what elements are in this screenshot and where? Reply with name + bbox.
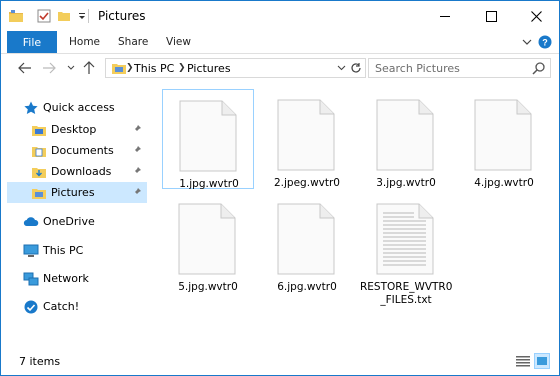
blank-file-icon — [376, 99, 434, 171]
file-name: 6.jpg.wvtr0 — [277, 281, 337, 293]
navigation-pane: Quick access Desktop Documents Downloads — [1, 83, 151, 345]
file-item[interactable]: 1.jpg.wvtr0 — [162, 89, 254, 190]
desktop-folder-icon — [31, 122, 47, 138]
sidebar-item-label: Desktop — [51, 123, 97, 136]
tab-share[interactable]: Share — [118, 31, 148, 53]
sidebar-item-catch[interactable]: Catch! — [23, 296, 163, 317]
file-item[interactable]: 5.jpg.wvtr0 — [162, 193, 254, 293]
tab-view[interactable]: View — [166, 31, 191, 53]
sidebar-item-label: Documents — [51, 144, 114, 157]
sidebar-item-pictures[interactable]: Pictures — [7, 182, 147, 203]
documents-folder-icon — [31, 143, 47, 159]
navigation-bar: ❯ This PC ❯ Pictures Search Pictures — [1, 53, 559, 83]
file-name-line: RESTORE_WVTR0 — [360, 281, 453, 293]
file-name: 5.jpg.wvtr0 — [178, 281, 238, 293]
up-arrow-icon[interactable] — [81, 60, 97, 76]
download-folder-icon — [31, 164, 47, 180]
pictures-folder-icon — [112, 62, 126, 77]
item-count: 7 items — [19, 355, 61, 368]
file-item[interactable]: 6.jpg.wvtr0 — [261, 193, 353, 293]
title-separator — [88, 9, 89, 23]
file-item[interactable]: RESTORE_WVTR0 _FILES.txt — [360, 193, 452, 313]
title-bar: Pictures — [1, 1, 559, 31]
cloud-icon — [23, 214, 39, 230]
address-bar[interactable]: ❯ This PC ❯ Pictures — [105, 58, 366, 78]
pin-icon[interactable] — [131, 165, 143, 177]
svg-text:?: ? — [542, 38, 548, 48]
search-icon[interactable] — [532, 61, 546, 78]
address-dropdown-icon[interactable] — [334, 61, 348, 75]
file-name: 2.jpeg.wvtr0 — [274, 177, 340, 189]
sidebar-item-this-pc[interactable]: This PC — [23, 240, 163, 261]
sidebar-item-desktop[interactable]: Desktop — [31, 119, 147, 140]
forward-arrow-icon[interactable] — [41, 60, 57, 76]
sidebar-item-label: OneDrive — [43, 215, 95, 228]
file-item[interactable]: 4.jpg.wvtr0 — [458, 89, 550, 189]
checkmark-icon[interactable] — [35, 7, 53, 25]
pin-icon[interactable] — [131, 144, 143, 156]
catch-icon — [23, 299, 39, 315]
blank-file-icon — [474, 99, 532, 171]
ribbon-tabs: File Home Share View ? — [1, 31, 559, 54]
file-item[interactable]: 2.jpeg.wvtr0 — [261, 89, 353, 189]
large-icons-view-icon[interactable] — [534, 353, 550, 369]
breadcrumb-this-pc[interactable]: This PC — [134, 62, 174, 75]
sidebar-item-quick-access[interactable]: Quick access — [23, 97, 163, 118]
explorer-window: Pictures File Home Share View ? ❯ This P… — [0, 0, 560, 376]
file-name: 3.jpg.wvtr0 — [376, 177, 436, 189]
breadcrumb-separator: ❯ — [178, 63, 186, 73]
file-name: 1.jpg.wvtr0 — [179, 178, 239, 190]
network-icon — [23, 271, 39, 287]
breadcrumb-pictures[interactable]: Pictures — [187, 62, 231, 75]
sidebar-item-label: Network — [43, 272, 89, 285]
sidebar-item-label: This PC — [43, 244, 84, 257]
help-icon[interactable]: ? — [537, 34, 553, 50]
search-placeholder: Search Pictures — [375, 62, 460, 75]
sidebar-item-label: Downloads — [51, 165, 112, 178]
computer-icon — [23, 243, 39, 259]
file-name: 4.jpg.wvtr0 — [474, 177, 534, 189]
blank-file-icon — [179, 100, 237, 172]
details-view-icon[interactable] — [515, 353, 531, 369]
pin-icon[interactable] — [131, 186, 143, 198]
minimize-button[interactable] — [422, 1, 468, 31]
sidebar-item-documents[interactable]: Documents — [31, 140, 147, 161]
file-item[interactable]: 3.jpg.wvtr0 — [360, 89, 452, 189]
text-file-icon — [376, 203, 434, 275]
folder-properties-icon[interactable] — [7, 7, 25, 25]
sidebar-item-label: Quick access — [43, 101, 115, 114]
breadcrumb-separator: ❯ — [126, 63, 134, 73]
star-icon — [23, 100, 39, 116]
file-name-line: _FILES.txt — [380, 294, 432, 306]
window-title: Pictures — [98, 9, 146, 23]
pictures-folder-icon — [31, 185, 47, 201]
tab-home[interactable]: Home — [69, 31, 100, 53]
tab-file[interactable]: File — [7, 31, 57, 53]
sidebar-item-network[interactable]: Network — [23, 268, 163, 289]
blank-file-icon — [277, 99, 335, 171]
maximize-button[interactable] — [468, 1, 514, 31]
sidebar-item-label: Pictures — [51, 186, 95, 199]
expand-ribbon-icon[interactable] — [519, 34, 535, 50]
recent-locations-icon[interactable] — [63, 60, 79, 76]
sidebar-item-label: Catch! — [43, 300, 80, 313]
sidebar-item-downloads[interactable]: Downloads — [31, 161, 147, 182]
refresh-icon[interactable] — [347, 59, 365, 77]
back-arrow-icon[interactable] — [17, 60, 33, 76]
close-button[interactable] — [513, 1, 559, 31]
file-list: 1.jpg.wvtr0 2.jpeg.wvtr0 3.jpg.wvtr0 4.j… — [151, 83, 559, 345]
new-folder-icon[interactable] — [55, 7, 73, 25]
status-bar: 7 items — [1, 345, 559, 375]
blank-file-icon — [178, 203, 236, 275]
blank-file-icon — [277, 203, 335, 275]
pin-icon[interactable] — [131, 123, 143, 135]
search-input[interactable]: Search Pictures — [368, 58, 551, 78]
sidebar-item-onedrive[interactable]: OneDrive — [23, 211, 163, 232]
